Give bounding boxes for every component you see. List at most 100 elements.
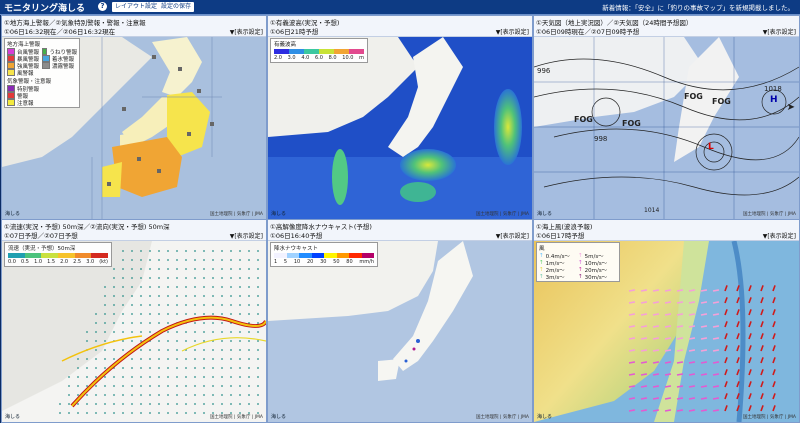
current-vector [149, 331, 151, 333]
display-settings-button[interactable]: ▼[表示設定] [763, 231, 796, 240]
layout-settings-button[interactable]: レイアウト設定 [112, 2, 161, 12]
wind-vector [712, 397, 720, 400]
wind-vector [664, 373, 672, 376]
current-vector [203, 304, 205, 306]
current-vector [176, 331, 178, 333]
current-vector [149, 277, 151, 279]
wind-vector [712, 325, 720, 328]
current-vector [230, 250, 232, 252]
current-vector [230, 376, 232, 378]
current-vector [194, 286, 196, 288]
wind-vector [640, 289, 648, 292]
current-vector [131, 304, 133, 306]
current-vector [113, 376, 115, 378]
current-vector [158, 268, 160, 270]
current-vector [149, 259, 151, 261]
current-vector [77, 358, 79, 360]
current-vector [239, 268, 241, 270]
current-vector [203, 376, 205, 378]
legend-swatch [42, 62, 50, 69]
current-vector [104, 358, 106, 360]
current-vector [185, 367, 187, 369]
current-vector [158, 259, 160, 261]
fog-label: FOG [574, 115, 593, 124]
current-vector [194, 412, 196, 414]
current-vector [203, 259, 205, 261]
current-vector [203, 268, 205, 270]
wind-vector [700, 325, 708, 328]
help-icon[interactable]: ? [98, 2, 107, 11]
current-vector [86, 412, 88, 414]
display-settings-button[interactable]: ▼[表示設定] [230, 27, 263, 36]
warning-map[interactable]: 地方海上警報 台風警報 うねり警報 暴風警報 着氷警報 強風警報 濃霧警報 風警報 気象警報… [2, 37, 266, 219]
display-settings-button[interactable]: ▼[表示設定] [496, 231, 529, 240]
wind-vector [640, 385, 648, 388]
current-vector [221, 340, 223, 342]
wind-vector [664, 313, 672, 316]
colorbar-tick: 30 [320, 259, 327, 265]
news-notice[interactable]: 新着情報：「安全」に「釣りの事故マップ」を新規掲載しました。 [602, 2, 794, 12]
wave-colorbar: 有義波高 2.0 3.0 4.0 6.0 8.0 10.0 m [270, 38, 368, 63]
colorbar-tick: 6.0 [314, 55, 323, 61]
display-settings-button[interactable]: ▼[表示設定] [763, 27, 796, 36]
current-vector [131, 412, 133, 414]
wave-map[interactable]: 有義波高 2.0 3.0 4.0 6.0 8.0 10.0 m 海しる 国土地理院 | 気象… [268, 37, 532, 219]
current-vector [158, 349, 160, 351]
current-vector [167, 286, 169, 288]
display-settings-button[interactable]: ▼[表示設定] [496, 27, 529, 36]
display-settings-button[interactable]: ▼[表示設定] [230, 231, 263, 240]
current-vector [248, 385, 250, 387]
weather-map[interactable]: FOG FOG FOG FOG 1018 996 998 1014 L H ➤ … [534, 37, 799, 219]
colorbar-tick: 1.5 [47, 259, 56, 265]
current-vector [203, 412, 205, 414]
colorbar-tick: 2.0 [60, 259, 69, 265]
current-vector [140, 367, 142, 369]
current-vector [221, 331, 223, 333]
colorbar-tick: 3.0 [86, 259, 95, 265]
current-vector [86, 403, 88, 405]
current-vector [257, 367, 259, 369]
current-vector [176, 412, 178, 414]
wind-vector [712, 373, 720, 376]
colorbar-tick: 10.0 [342, 55, 354, 61]
current-vector [230, 358, 232, 360]
legend-item: 風警報 [7, 69, 42, 77]
current-vector [176, 313, 178, 315]
current-vector [239, 385, 241, 387]
wind-vector [628, 373, 636, 376]
legend-swatch [7, 48, 15, 55]
current-vector [131, 250, 133, 252]
current-vector [239, 277, 241, 279]
current-vector [230, 349, 232, 351]
current-vector [167, 385, 169, 387]
current-vector [203, 394, 205, 396]
current-vector [122, 286, 124, 288]
current-vector [140, 295, 142, 297]
wind-vector [700, 361, 708, 364]
current-vector [77, 367, 79, 369]
current-vector [221, 304, 223, 306]
current-vector [185, 295, 187, 297]
current-vector [167, 394, 169, 396]
wind-vector [688, 385, 696, 388]
precipitation-map[interactable]: 降水ナウキャスト 1 5 10 20 30 50 80 mm/h 海しる 国土地理院 | 気象… [268, 241, 532, 422]
wind-map[interactable]: 風 ↑ 0.4m/s～ ↑ 5m/s～ ↑ 1m/s～ ↑ 10m/s～ ↑ 2m/s～ ↑ 20m/… [534, 241, 799, 422]
current-vector [185, 313, 187, 315]
wind-vector [652, 289, 660, 292]
wind-vector [688, 325, 696, 328]
current-vector [77, 412, 79, 414]
save-settings-button[interactable]: 設定の保存 [158, 2, 195, 12]
wind-legend-item: ↑ 30m/s～ [578, 273, 617, 281]
wind-vector [652, 325, 660, 328]
wind-arrow-icon: ↑ [578, 252, 583, 259]
current-vector [113, 349, 115, 351]
wind-vector [664, 361, 672, 364]
wind-arrow-icon: ↑ [539, 266, 544, 273]
current-map[interactable]: 流速（実況・予想）50m深 0.0 0.5 1.0 1.5 2.0 2.5 3.0 (kt) … [2, 241, 266, 422]
current-vector [140, 349, 142, 351]
current-vector [194, 403, 196, 405]
current-vector [248, 376, 250, 378]
current-vector [194, 250, 196, 252]
current-vector [176, 376, 178, 378]
wind-vector [628, 325, 636, 328]
